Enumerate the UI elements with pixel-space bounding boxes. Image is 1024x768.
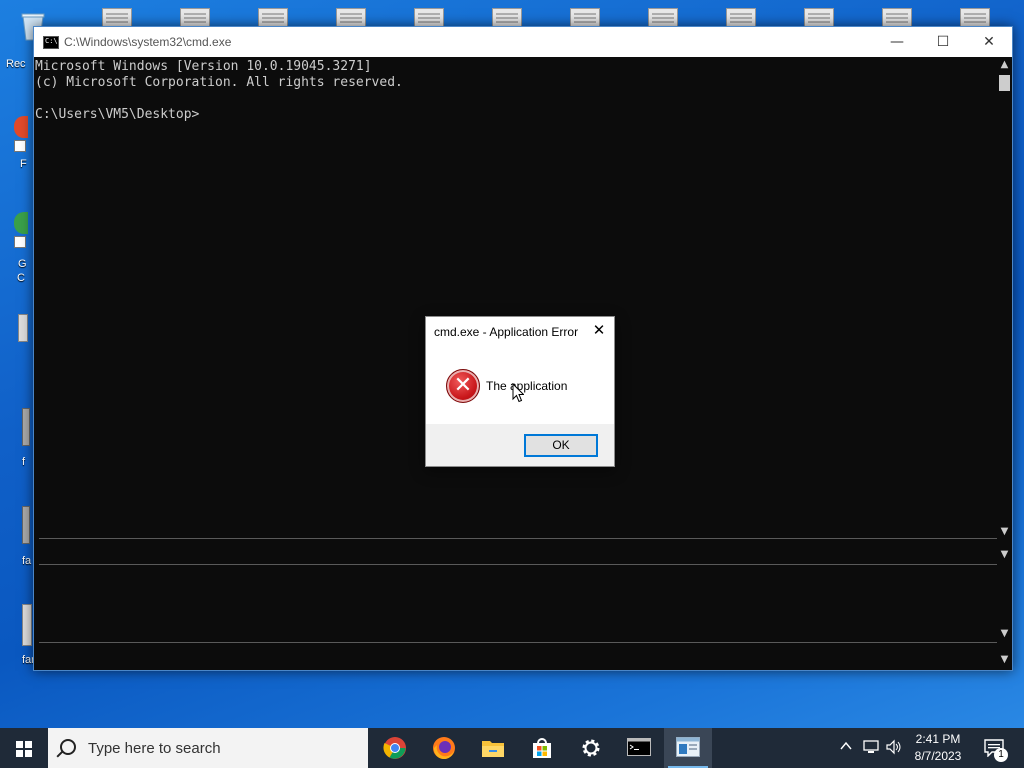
desktop-file-icon[interactable] (880, 6, 912, 30)
error-icon: ✕ (446, 369, 480, 403)
cmd-icon (627, 738, 651, 756)
scroll-thumb[interactable] (999, 75, 1010, 91)
desktop-file-icon[interactable] (568, 6, 600, 30)
taskbar: Type here to search 2:41 PM 8/7/2023 1 (0, 728, 1024, 768)
desktop-file-icon[interactable] (490, 6, 522, 30)
cmd-icon: C:\ (43, 36, 59, 49)
pane-divider (39, 538, 997, 539)
window-title: C:\Windows\system32\cmd.exe (64, 35, 232, 49)
scroll-down-arrow[interactable]: ▼ (997, 626, 1012, 641)
desktop-icon-label: G (18, 258, 27, 270)
close-button[interactable]: ✕ (966, 27, 1012, 57)
app-window-icon (676, 737, 700, 757)
desktop-file-icon[interactable] (646, 6, 678, 30)
desktop-file-icon[interactable] (724, 6, 756, 30)
vertical-scrollbar[interactable]: ▲ ▼ (997, 57, 1012, 539)
search-icon (60, 739, 76, 755)
desktop-file-icon[interactable] (412, 6, 444, 30)
store-icon (533, 738, 551, 758)
shortcut-icon[interactable] (22, 506, 30, 544)
desktop-icon-label: C (17, 272, 25, 284)
console-line: (c) Microsoft Corporation. All rights re… (35, 75, 403, 90)
desktop-icon-label: Rec (6, 58, 26, 70)
vertical-scrollbar[interactable]: ▼ (997, 624, 1012, 642)
scroll-up-arrow[interactable]: ▲ (997, 57, 1012, 72)
taskbar-chrome[interactable] (370, 728, 418, 768)
clock-date: 8/7/2023 (914, 749, 962, 763)
desktop-file-icon[interactable] (958, 6, 990, 30)
taskbar-firefox[interactable] (419, 728, 467, 768)
shortcut-icon[interactable] (22, 604, 32, 646)
console-line: Microsoft Windows [Version 10.0.19045.32… (35, 59, 372, 74)
desktop-icon-label: F (20, 158, 27, 170)
taskbar-settings[interactable] (566, 728, 614, 768)
ok-button[interactable]: OK (524, 434, 598, 457)
taskbar-search-box[interactable]: Type here to search (48, 728, 368, 768)
vertical-scrollbar[interactable]: ▼ (997, 545, 1012, 563)
dialog-close-button[interactable]: ✕ (591, 322, 607, 338)
shortcut-icon[interactable] (14, 116, 34, 156)
scroll-down-arrow[interactable]: ▼ (997, 524, 1012, 539)
search-placeholder: Type here to search (88, 740, 221, 757)
desktop-file-icon[interactable] (100, 6, 132, 30)
minimize-button[interactable]: — (874, 27, 920, 57)
desktop-file-icon[interactable] (178, 6, 210, 30)
notification-center-button[interactable]: 1 (980, 728, 1024, 768)
console-prompt: C:\Users\VM5\Desktop> (35, 107, 200, 122)
desktop-file-icon[interactable] (256, 6, 288, 30)
chrome-icon (383, 737, 406, 759)
settings-icon (582, 739, 600, 757)
notification-badge: 1 (994, 748, 1008, 762)
windows-logo-icon (16, 741, 32, 757)
desktop-file-icon[interactable] (802, 6, 834, 30)
mouse-cursor-icon (512, 383, 524, 403)
taskbar-cmd[interactable] (615, 728, 663, 768)
shortcut-icon[interactable] (22, 408, 30, 446)
clock[interactable]: 2:41 PM 8/7/2023 (900, 731, 976, 765)
maximize-button[interactable]: ☐ (920, 27, 966, 57)
dialog-message: The application (486, 379, 568, 393)
pane-divider (39, 564, 997, 565)
taskbar-app-window[interactable] (664, 728, 712, 768)
dialog-title: cmd.exe - Application Error (434, 325, 579, 339)
pane-divider (39, 642, 997, 643)
taskbar-store[interactable] (517, 728, 565, 768)
dialog-footer: OK (426, 424, 614, 466)
vertical-scrollbar[interactable]: ▼ (997, 650, 1012, 668)
taskbar-file-explorer[interactable] (468, 728, 516, 768)
desktop-file-icon[interactable] (334, 6, 366, 30)
start-button[interactable] (0, 728, 48, 768)
scroll-down-arrow[interactable]: ▼ (997, 547, 1012, 562)
cmd-title-bar[interactable]: C:\ C:\Windows\system32\cmd.exe — ☐ ✕ (34, 27, 1012, 57)
shortcut-icon[interactable] (18, 314, 28, 342)
network-icon[interactable] (863, 739, 881, 759)
clock-time: 2:41 PM (915, 732, 961, 746)
firefox-icon (433, 737, 455, 760)
file-explorer-icon (482, 741, 504, 757)
scroll-down-arrow[interactable]: ▼ (997, 652, 1012, 667)
shortcut-icon[interactable] (14, 212, 34, 252)
desktop-icon-label: f (22, 456, 26, 468)
desktop-icon-label: fa (22, 555, 32, 567)
show-hidden-icons-chevron-icon[interactable] (840, 738, 852, 758)
